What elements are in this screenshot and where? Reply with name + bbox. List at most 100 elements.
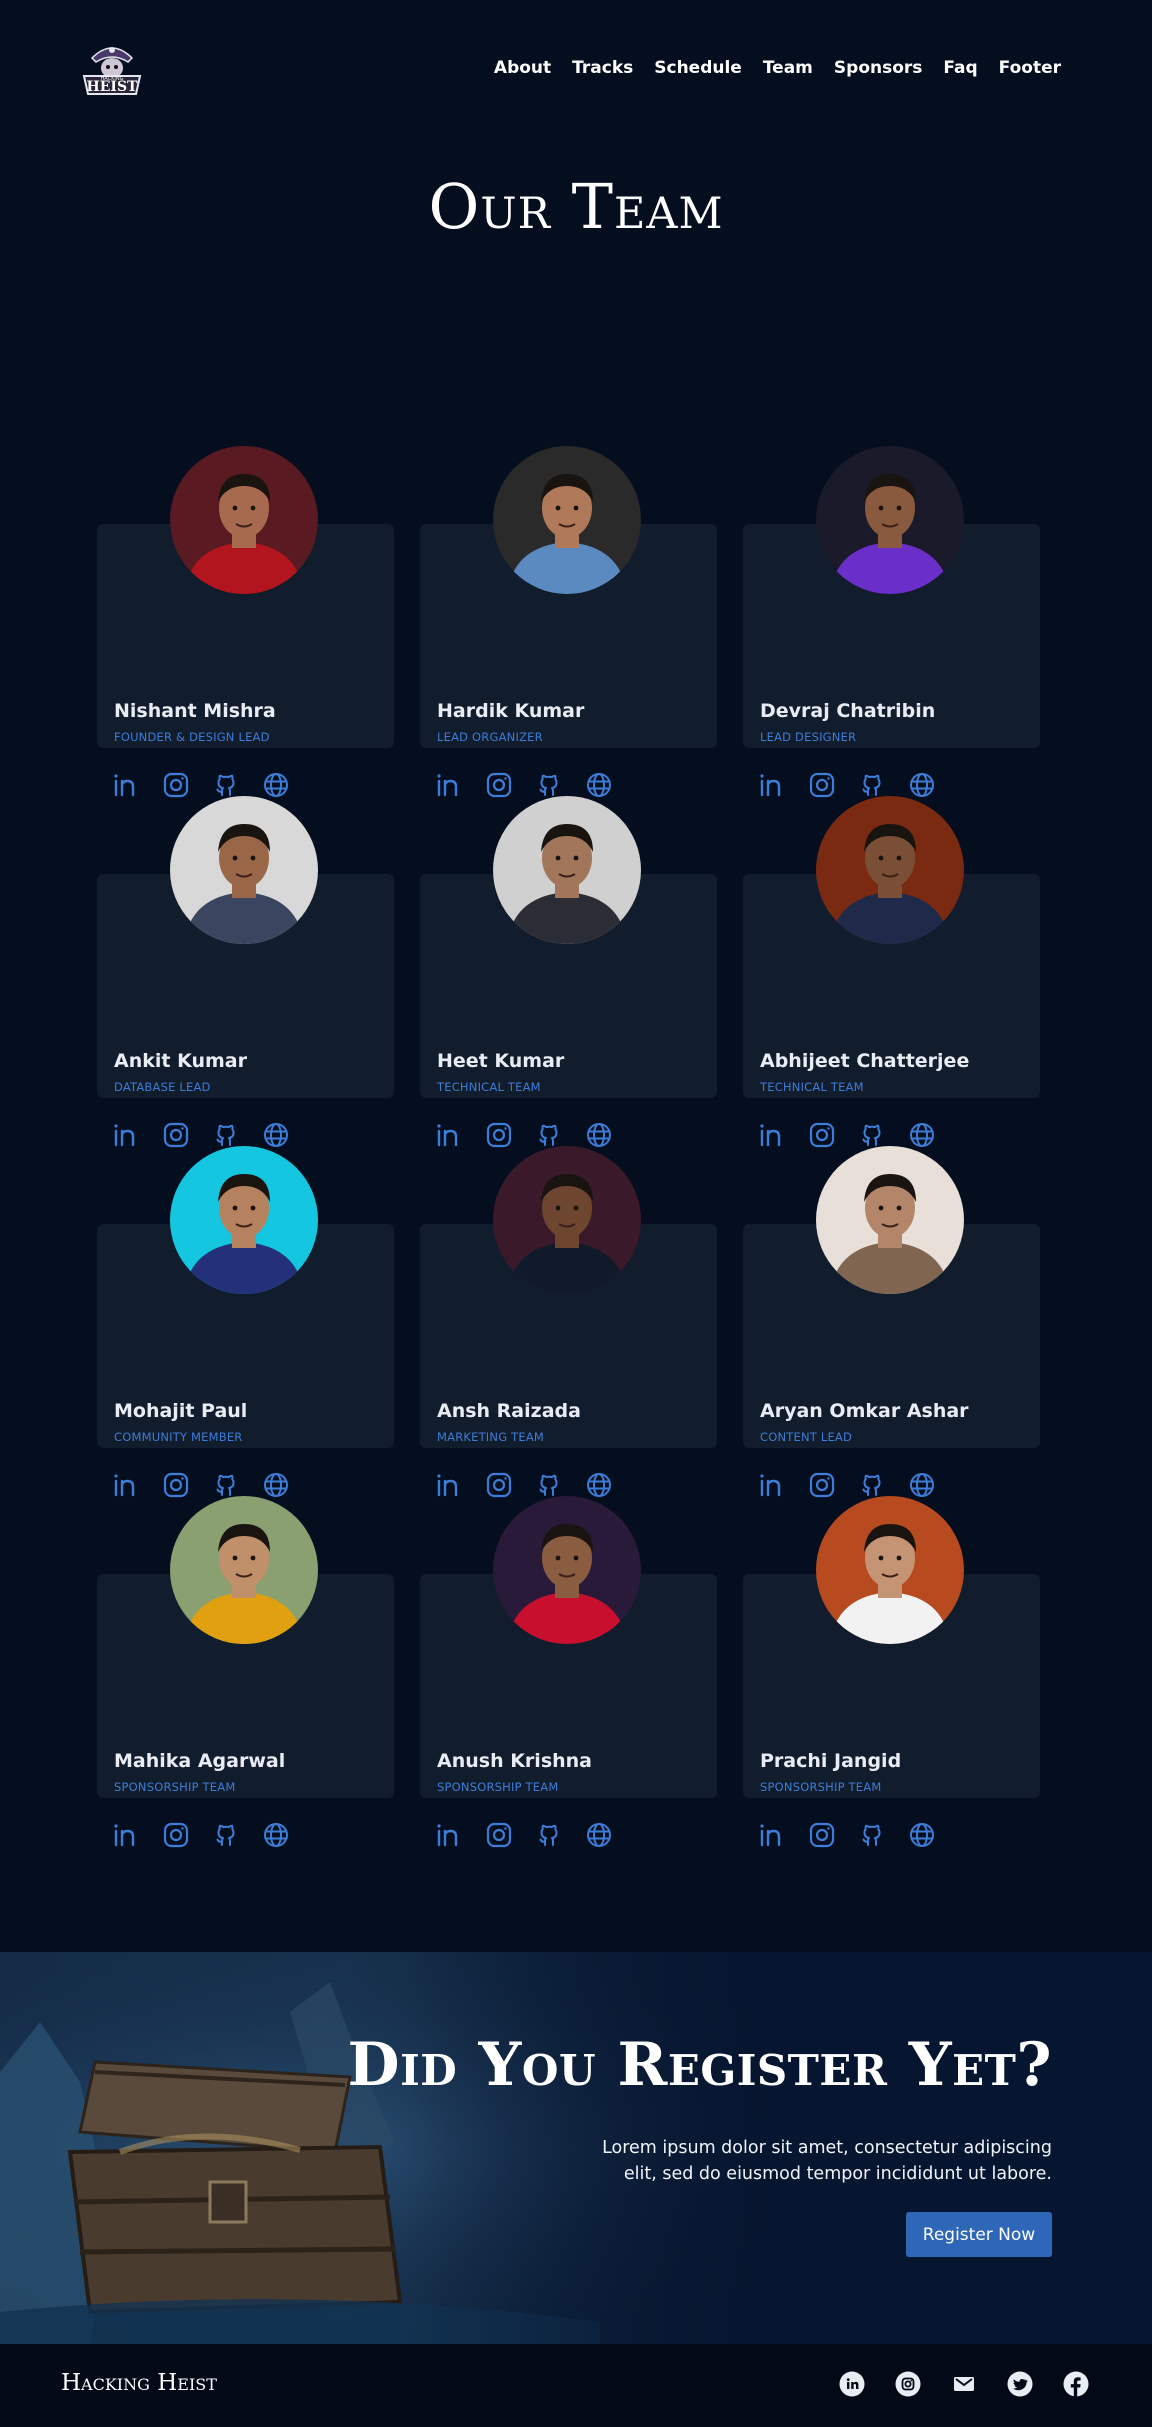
globe-icon[interactable]	[262, 1821, 290, 1849]
team-member-card: Aryan Omkar Ashar CONTENT LEAD	[743, 1146, 1040, 1498]
avatar	[493, 446, 641, 594]
instagram-icon[interactable]	[162, 1121, 190, 1149]
facebook-icon[interactable]	[1063, 2371, 1089, 2397]
team-member-card: Abhijeet Chatterjee TECHNICAL TEAM	[743, 796, 1040, 1148]
member-role: FOUNDER & DESIGN LEAD	[114, 730, 270, 744]
linkedin-icon[interactable]	[112, 1821, 140, 1849]
main-nav: About Tracks Schedule Team Sponsors Faq …	[494, 58, 1061, 78]
linkedin-icon[interactable]	[758, 1821, 786, 1849]
linkedin-icon[interactable]	[758, 771, 786, 799]
footer-social-links	[839, 2371, 1089, 2397]
hacking-heist-logo[interactable]: HEIST HACKING	[78, 36, 146, 102]
globe-icon[interactable]	[908, 1471, 936, 1499]
nav-team[interactable]: Team	[763, 58, 813, 78]
nav-footer[interactable]: Footer	[999, 58, 1061, 78]
member-name: Ansh Raizada	[437, 1400, 581, 1422]
globe-icon[interactable]	[585, 1121, 613, 1149]
github-icon[interactable]	[858, 771, 886, 799]
member-name: Devraj Chatribin	[760, 700, 936, 722]
globe-icon[interactable]	[262, 771, 290, 799]
instagram-icon[interactable]	[808, 771, 836, 799]
member-name: Heet Kumar	[437, 1050, 565, 1072]
member-role: DATABASE LEAD	[114, 1080, 211, 1094]
member-social-links	[758, 1121, 936, 1149]
nav-schedule[interactable]: Schedule	[654, 58, 742, 78]
instagram-icon[interactable]	[485, 1821, 513, 1849]
instagram-icon[interactable]	[895, 2371, 921, 2397]
member-name: Nishant Mishra	[114, 700, 276, 722]
member-social-links	[758, 771, 936, 799]
team-member-card: Mohajit Paul COMMUNITY MEMBER	[97, 1146, 394, 1498]
globe-icon[interactable]	[262, 1471, 290, 1499]
linkedin-icon[interactable]	[112, 771, 140, 799]
linkedin-icon[interactable]	[758, 1121, 786, 1149]
team-member-card: Heet Kumar TECHNICAL TEAM	[420, 796, 717, 1148]
member-social-links	[758, 1471, 936, 1499]
member-role: SPONSORSHIP TEAM	[437, 1780, 559, 1794]
github-icon[interactable]	[535, 1821, 563, 1849]
github-icon[interactable]	[858, 1121, 886, 1149]
site-footer: Hacking Heist	[0, 2344, 1152, 2427]
member-social-links	[435, 1821, 613, 1849]
instagram-icon[interactable]	[162, 771, 190, 799]
linkedin-icon[interactable]	[435, 1471, 463, 1499]
avatar	[170, 1146, 318, 1294]
globe-icon[interactable]	[908, 771, 936, 799]
linkedin-icon[interactable]	[435, 1821, 463, 1849]
linkedin-icon[interactable]	[435, 1121, 463, 1149]
linkedin-icon[interactable]	[839, 2371, 865, 2397]
member-social-links	[112, 1121, 290, 1149]
github-icon[interactable]	[212, 1121, 240, 1149]
register-now-button[interactable]: Register Now	[906, 2212, 1052, 2257]
nav-tracks[interactable]: Tracks	[572, 58, 633, 78]
avatar	[816, 796, 964, 944]
cta-description: Lorem ipsum dolor sit amet, consectetur …	[602, 2138, 1052, 2184]
github-icon[interactable]	[858, 1821, 886, 1849]
member-role: TECHNICAL TEAM	[437, 1080, 541, 1094]
linkedin-icon[interactable]	[112, 1471, 140, 1499]
instagram-icon[interactable]	[808, 1821, 836, 1849]
nav-faq[interactable]: Faq	[943, 58, 977, 78]
github-icon[interactable]	[535, 771, 563, 799]
globe-icon[interactable]	[908, 1821, 936, 1849]
team-member-card: Ankit Kumar DATABASE LEAD	[97, 796, 394, 1148]
instagram-icon[interactable]	[808, 1471, 836, 1499]
nav-about[interactable]: About	[494, 58, 551, 78]
github-icon[interactable]	[212, 1471, 240, 1499]
instagram-icon[interactable]	[485, 1121, 513, 1149]
github-icon[interactable]	[212, 771, 240, 799]
member-name: Hardik Kumar	[437, 700, 585, 722]
twitter-icon[interactable]	[1007, 2371, 1033, 2397]
globe-icon[interactable]	[262, 1121, 290, 1149]
github-icon[interactable]	[535, 1471, 563, 1499]
instagram-icon[interactable]	[808, 1121, 836, 1149]
cta-title: Did You Register Yet?	[347, 2030, 1052, 2100]
team-member-card: Nishant Mishra FOUNDER & DESIGN LEAD	[97, 446, 394, 798]
instagram-icon[interactable]	[162, 1471, 190, 1499]
globe-icon[interactable]	[585, 771, 613, 799]
member-name: Anush Krishna	[437, 1750, 592, 1772]
linkedin-icon[interactable]	[112, 1121, 140, 1149]
member-name: Mohajit Paul	[114, 1400, 248, 1422]
globe-icon[interactable]	[908, 1121, 936, 1149]
avatar	[493, 796, 641, 944]
github-icon[interactable]	[858, 1471, 886, 1499]
member-role: MARKETING TEAM	[437, 1430, 545, 1444]
github-icon[interactable]	[535, 1121, 563, 1149]
mail-icon[interactable]	[951, 2371, 977, 2397]
globe-icon[interactable]	[585, 1821, 613, 1849]
github-icon[interactable]	[212, 1821, 240, 1849]
member-role: TECHNICAL TEAM	[760, 1080, 864, 1094]
member-name: Ankit Kumar	[114, 1050, 247, 1072]
linkedin-icon[interactable]	[435, 771, 463, 799]
linkedin-icon[interactable]	[758, 1471, 786, 1499]
globe-icon[interactable]	[585, 1471, 613, 1499]
member-role: LEAD ORGANIZER	[437, 730, 543, 744]
instagram-icon[interactable]	[162, 1821, 190, 1849]
member-role: LEAD DESIGNER	[760, 730, 857, 744]
avatar	[170, 446, 318, 594]
nav-sponsors[interactable]: Sponsors	[834, 58, 923, 78]
instagram-icon[interactable]	[485, 1471, 513, 1499]
svg-text:HACKING: HACKING	[101, 76, 124, 82]
instagram-icon[interactable]	[485, 771, 513, 799]
